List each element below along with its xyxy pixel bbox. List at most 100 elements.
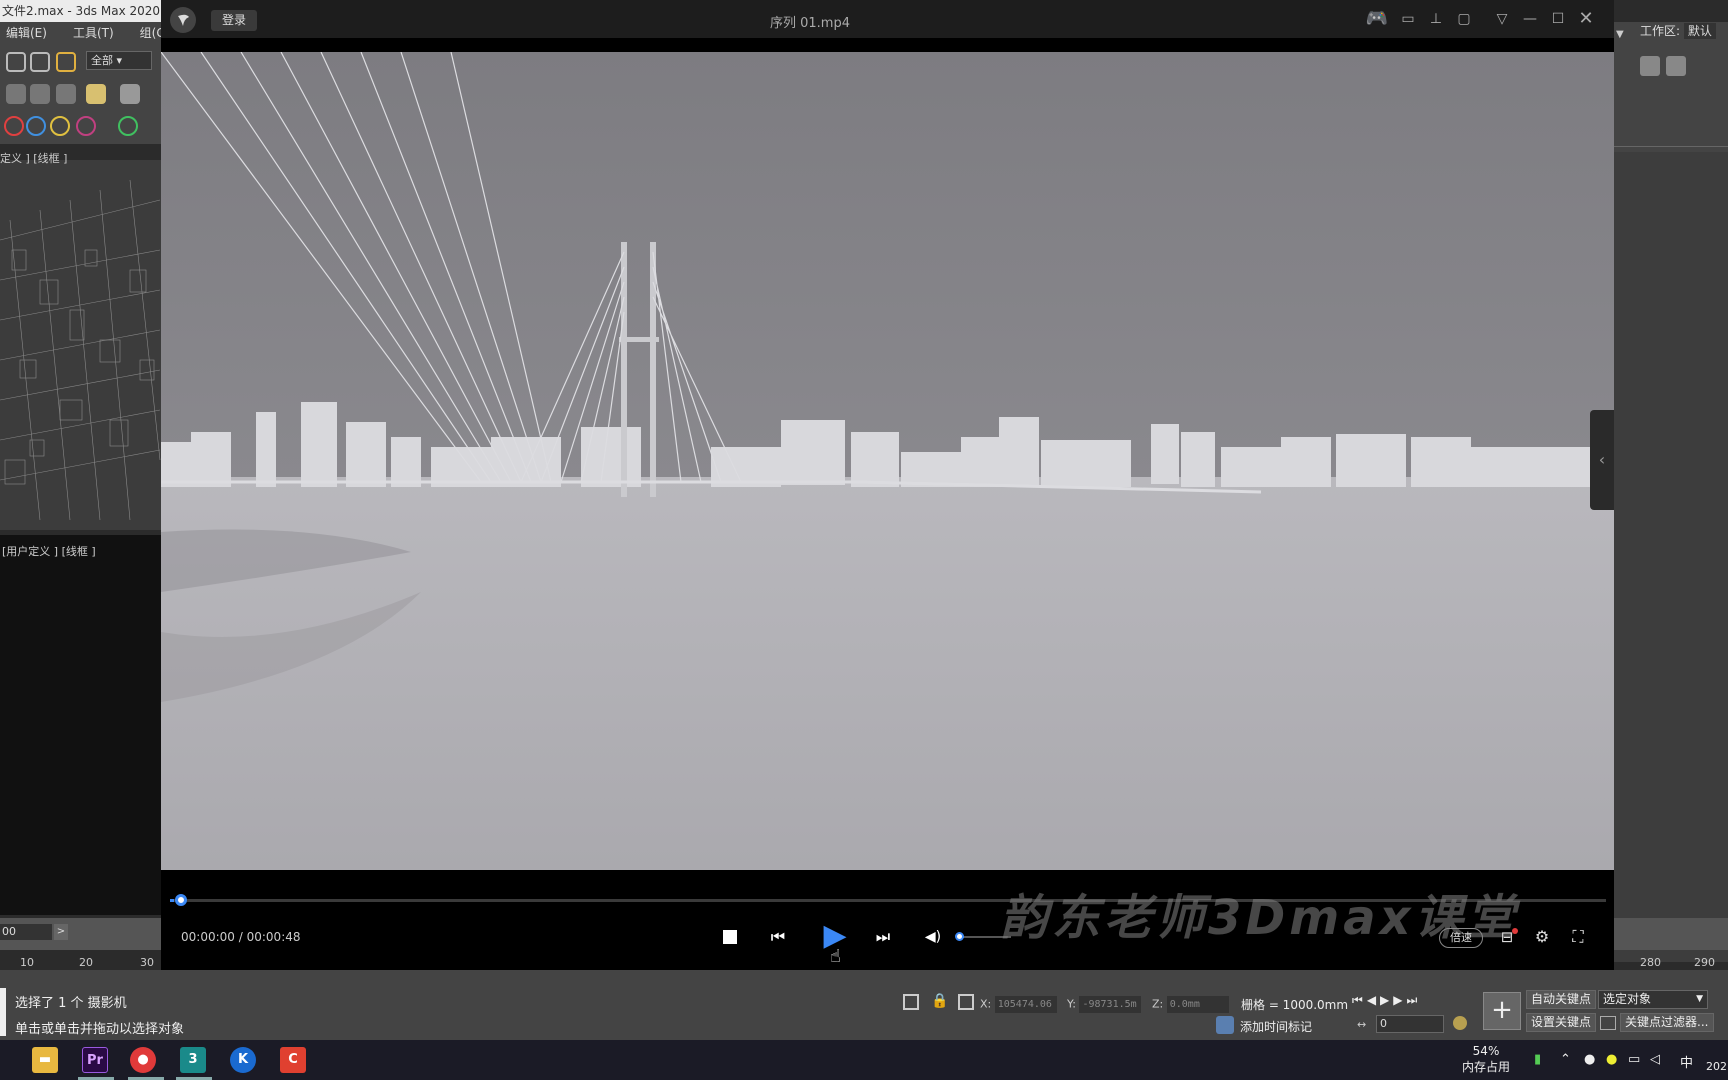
stop-icon[interactable] — [717, 924, 743, 950]
menu-dropdown-icon[interactable]: ▽ — [1492, 10, 1512, 28]
file-explorer-icon[interactable]: ▬ — [32, 1047, 58, 1073]
coord-y-field[interactable]: -98731.5m — [1079, 996, 1142, 1013]
time-configuration-icon[interactable] — [1453, 1016, 1467, 1030]
move-gizmo-icon[interactable] — [118, 116, 138, 136]
frame-field[interactable]: 00 — [0, 924, 52, 940]
key-mode-icon[interactable] — [1600, 1016, 1616, 1030]
command-panel — [1614, 22, 1728, 962]
selection-filter-dropdown[interactable]: 全部 ▾ — [86, 51, 152, 70]
maxscript-listener[interactable] — [0, 988, 6, 1036]
playback-speed-button[interactable]: 倍速 — [1439, 928, 1483, 948]
chevron-up-icon[interactable]: ⌃ — [1560, 1052, 1571, 1067]
light-icon[interactable] — [86, 84, 106, 104]
folder-icon[interactable]: ▢ — [1454, 10, 1474, 28]
go-to-start-icon[interactable]: ⏮ — [1352, 993, 1367, 1007]
key-filters-button[interactable]: 关键点过滤器... — [1620, 1013, 1714, 1032]
screen-recorder-icon[interactable]: ● — [130, 1047, 156, 1073]
coord-z-field[interactable]: 0.0mm — [1166, 996, 1229, 1013]
menu-tools[interactable]: 工具(T) — [73, 26, 114, 40]
minimize-icon[interactable]: — — [1520, 10, 1540, 28]
close-icon[interactable]: ✕ — [1576, 10, 1596, 28]
chevron-right-icon[interactable]: > — [54, 924, 68, 940]
viewport-bottom[interactable] — [0, 535, 162, 915]
pin-icon[interactable]: ⊥ — [1426, 10, 1446, 28]
ime-indicator[interactable]: 中 — [1680, 1052, 1693, 1071]
coord-z[interactable]: Z: 0.0mm — [1152, 996, 1229, 1013]
align-icon[interactable] — [1640, 56, 1660, 76]
memory-usage[interactable]: 54% 内存占用 — [1462, 1043, 1510, 1075]
player-logo-icon[interactable] — [170, 7, 196, 33]
ribbon-icon[interactable] — [56, 84, 76, 104]
max-toolbar: 全部 ▾ — [0, 44, 162, 144]
time-tag-icon[interactable] — [1216, 1016, 1234, 1034]
speaker-icon[interactable]: ◁ — [1650, 1052, 1660, 1067]
go-to-end-icon[interactable]: ⏭ — [1407, 993, 1422, 1007]
command-panel-header: ▼ — [1614, 22, 1728, 152]
material-icon[interactable] — [4, 116, 24, 136]
time-slider[interactable]: 00 > — [0, 918, 162, 950]
3ds-max-icon[interactable]: 3 — [180, 1047, 206, 1073]
selected-object-dropdown[interactable]: 选定对象 ▼ — [1598, 990, 1708, 1009]
toolbox-icon[interactable]: ⊟ — [1494, 924, 1520, 950]
set-key-button[interactable]: 设置关键点 — [1526, 1013, 1597, 1032]
coord-x-field[interactable]: 105474.06 — [994, 996, 1057, 1013]
particle-icon[interactable] — [50, 116, 70, 136]
viewport-top-wireframe[interactable] — [0, 160, 162, 530]
coord-x[interactable]: X: 105474.06 — [980, 996, 1057, 1013]
workspace-selector[interactable]: 工作区: 默认 — [1640, 22, 1716, 39]
game-controller-icon[interactable]: 🎮 — [1364, 10, 1390, 28]
isolate-selection-icon[interactable] — [903, 994, 919, 1010]
scene-explorer-icon[interactable] — [30, 84, 50, 104]
viewport-bottom-label[interactable]: [用户定义 ] [线框 ] — [2, 543, 96, 559]
settings-gear-icon[interactable]: ⚙ — [1529, 924, 1555, 950]
lock-icon[interactable]: 🔒 — [931, 993, 948, 1009]
volume-icon[interactable]: ◀) — [920, 924, 946, 950]
render-icon[interactable] — [76, 116, 96, 136]
time-slider-right[interactable] — [1614, 918, 1728, 950]
video-frame[interactable] — [161, 52, 1614, 870]
prev-frame-icon[interactable]: ◀ — [1367, 993, 1380, 1007]
set-key-big-button[interactable]: + — [1483, 992, 1521, 1030]
coord-y[interactable]: Y: -98731.5m — [1067, 996, 1142, 1013]
progress-handle[interactable] — [175, 894, 187, 906]
play-animation-icon[interactable]: ▶ — [1380, 993, 1393, 1007]
k-app-icon[interactable]: K — [230, 1047, 256, 1073]
volume-handle[interactable] — [955, 932, 964, 941]
clock[interactable]: 202 — [1706, 1060, 1727, 1073]
maximize-icon[interactable]: ☐ — [1548, 10, 1568, 28]
auto-key-button[interactable]: 自动关键点 — [1526, 990, 1597, 1009]
fullscreen-icon[interactable]: ⛶ — [1565, 924, 1591, 950]
premiere-pro-icon[interactable]: Pr — [82, 1047, 108, 1073]
divider — [1614, 146, 1728, 147]
absolute-mode-icon[interactable] — [958, 994, 974, 1010]
app-tray-icon[interactable]: ● — [1606, 1052, 1617, 1067]
link-icon[interactable] — [6, 52, 26, 72]
bind-space-warp-icon[interactable] — [56, 52, 76, 72]
layer-icon[interactable] — [6, 84, 26, 104]
timeline-tick: 10 — [20, 956, 34, 969]
microphone-icon[interactable]: ● — [1584, 1052, 1595, 1067]
login-button[interactable]: 登录 — [211, 10, 257, 31]
frame-spinner[interactable]: 0 — [1376, 1015, 1444, 1033]
grid-size: 栅格 = 1000.0mm — [1241, 998, 1349, 1012]
battery-icon[interactable]: ▮ — [1534, 1052, 1541, 1067]
next-icon[interactable]: ⏭ — [870, 924, 896, 950]
schematic-icon[interactable] — [1666, 56, 1686, 76]
add-time-tag[interactable]: 添加时间标记 — [1240, 1018, 1312, 1035]
time-config-icon[interactable]: ↔ — [1357, 1018, 1366, 1031]
water-drop-icon[interactable] — [26, 116, 46, 136]
mini-mode-icon[interactable]: ▭ — [1398, 10, 1418, 28]
viewport-top-label[interactable]: 定义 ] [线框 ] — [0, 150, 67, 166]
network-icon[interactable]: ▭ — [1628, 1052, 1640, 1067]
unlink-icon[interactable] — [30, 52, 50, 72]
menu-group[interactable]: 组(G — [140, 26, 162, 40]
menu-edit[interactable]: 编辑(E) — [6, 26, 47, 40]
playlist-toggle[interactable]: ‹ — [1590, 410, 1614, 510]
bridge-scene-graphic — [161, 52, 1614, 870]
next-frame-icon[interactable]: ▶ — [1393, 993, 1406, 1007]
chevron-down-icon[interactable]: ▼ — [1616, 29, 1630, 43]
previous-icon[interactable]: ⏮ — [765, 924, 791, 950]
c-app-icon[interactable]: C — [280, 1047, 306, 1073]
max-menubar: 编辑(E) 工具(T) 组(G — [0, 22, 162, 44]
camera-icon[interactable] — [120, 84, 140, 104]
